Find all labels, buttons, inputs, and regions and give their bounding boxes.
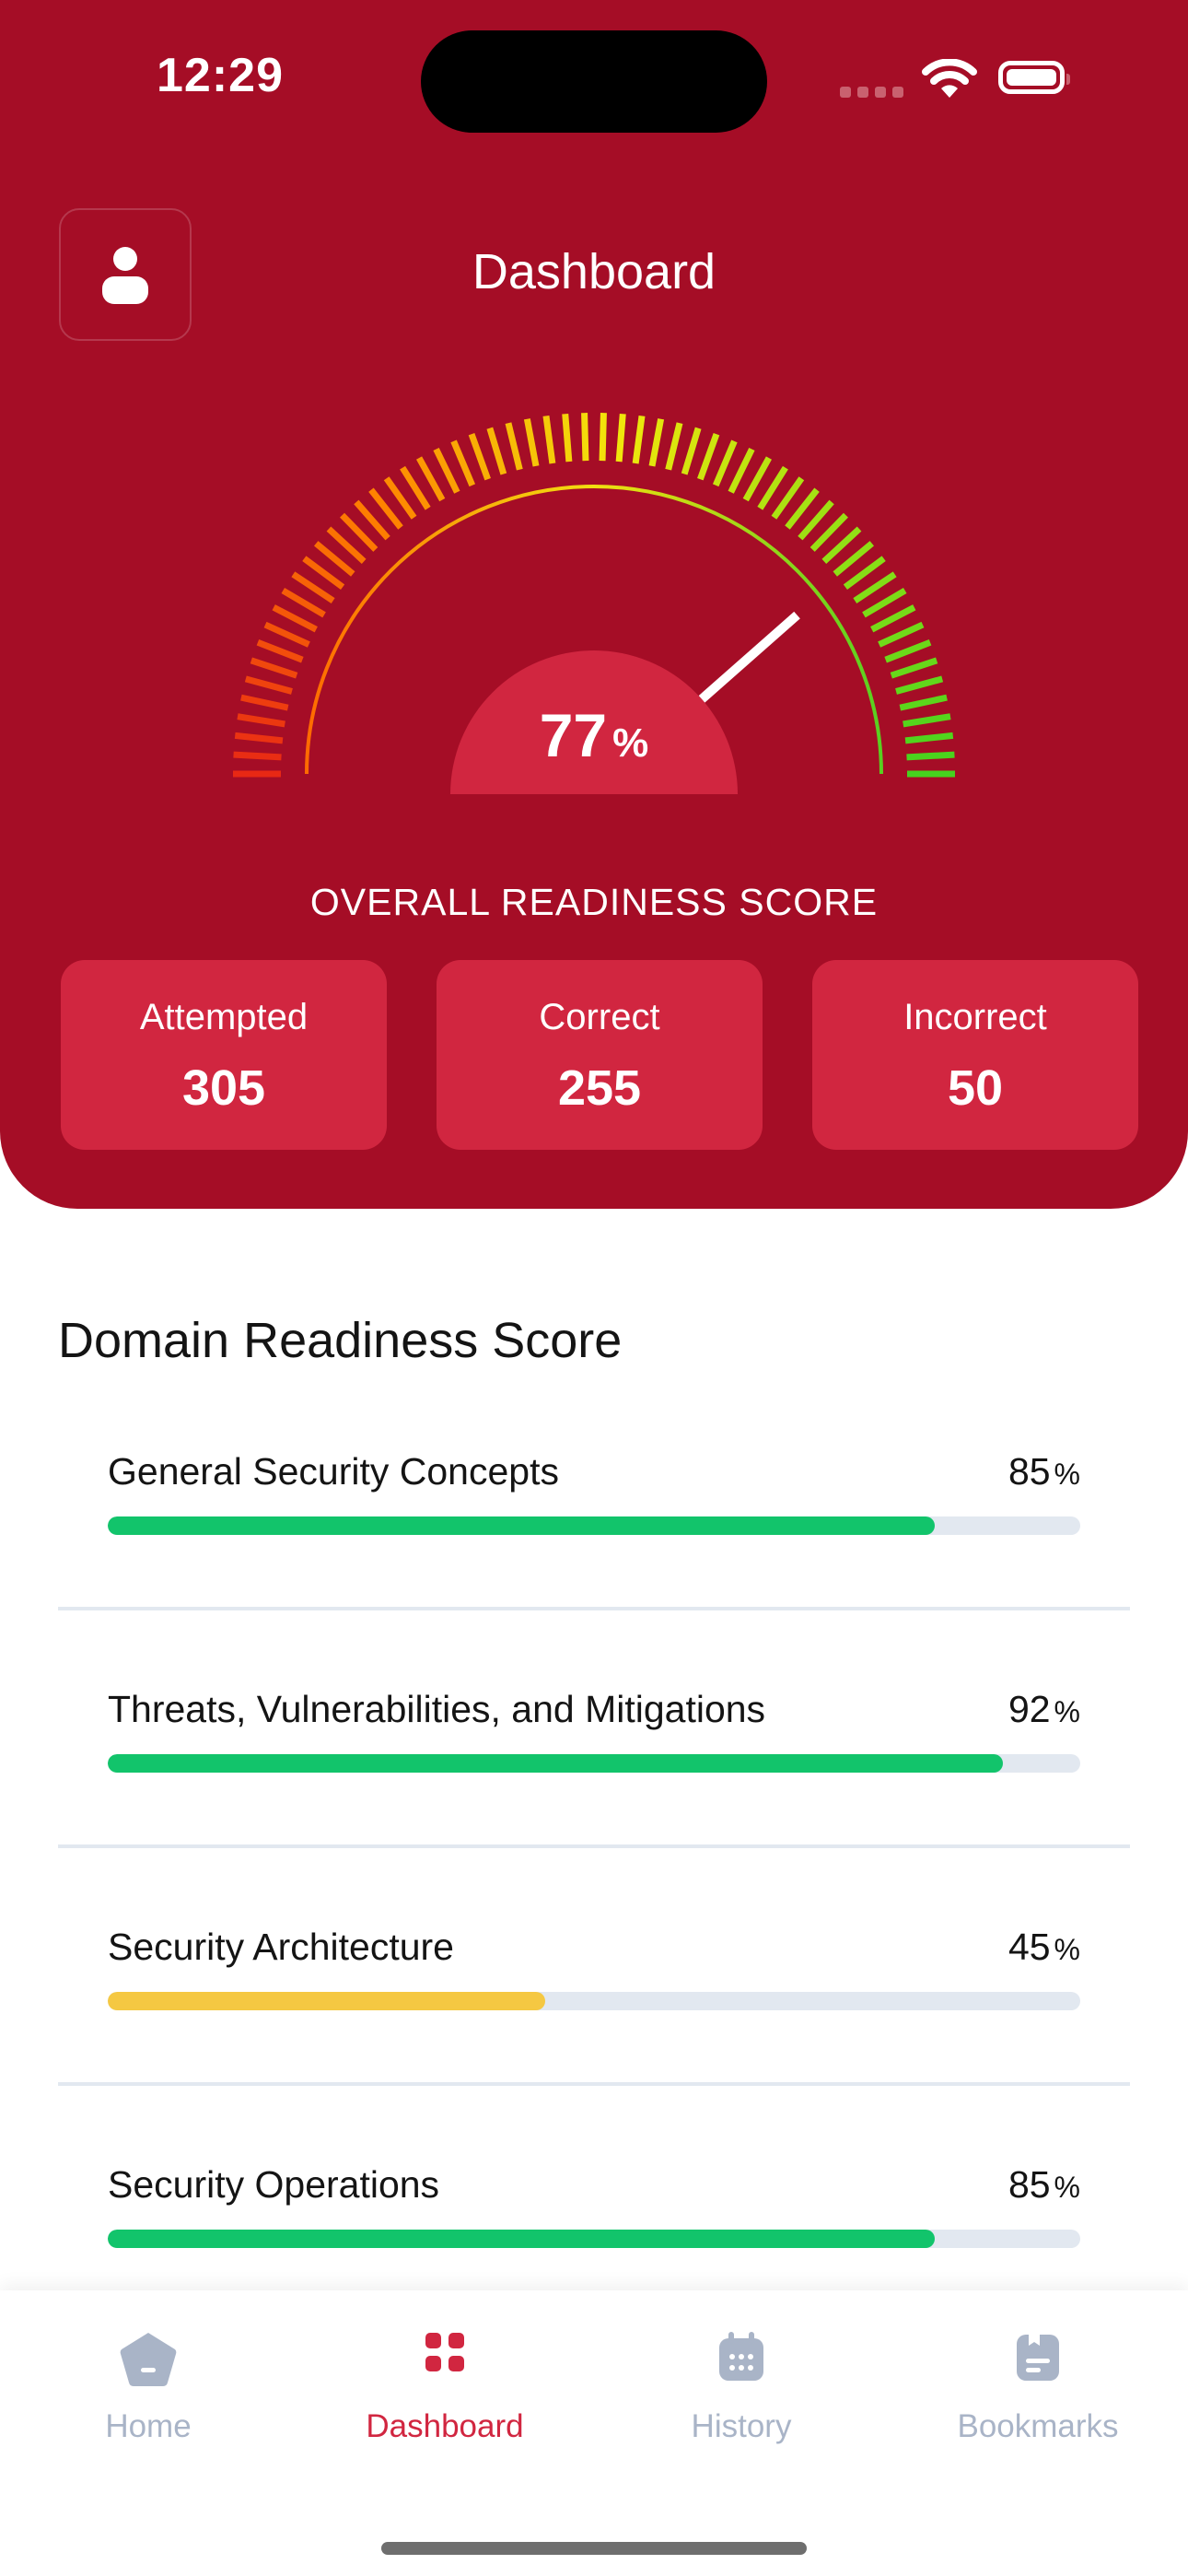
domain-name: Security Operations — [108, 2163, 440, 2206]
stat-value: 50 — [947, 1060, 1004, 1116]
divider — [58, 2082, 1130, 2086]
domain-progress-track — [108, 1516, 1080, 1535]
domain-progress-bar — [108, 1516, 935, 1535]
gauge-tick — [728, 447, 755, 494]
divider — [58, 1844, 1130, 1848]
domain-item[interactable]: Threats, Vulnerabilities, and Mitigation… — [58, 1688, 1130, 1926]
stat-label: Incorrect — [903, 997, 1047, 1037]
stat-label: Correct — [539, 997, 660, 1037]
gauge-tick — [665, 422, 683, 471]
tab-home[interactable]: Home — [0, 2290, 297, 2475]
tab-history[interactable]: History — [593, 2290, 890, 2475]
gauge-tick — [648, 418, 665, 467]
gauge-tick — [599, 413, 607, 462]
domain-progress-bar — [108, 1992, 546, 2010]
gauge-tick — [562, 413, 573, 463]
gauge-tick — [415, 456, 446, 502]
score-percent-sign: % — [612, 720, 649, 766]
gauge-tick — [681, 427, 702, 475]
score-number: 77 — [539, 701, 608, 769]
gauge-tick — [272, 604, 318, 633]
gauge-tick — [899, 694, 948, 711]
gauge-tick — [244, 675, 293, 695]
gauge-tick — [697, 433, 720, 481]
readiness-score-value: 77% — [451, 700, 737, 770]
gauge-tick — [468, 433, 491, 481]
dashboard-grid-icon — [425, 2333, 464, 2371]
stat-label: Attempted — [139, 997, 309, 1037]
gauge-tick — [903, 713, 951, 728]
gauge-tick — [263, 621, 310, 648]
home-icon — [120, 2333, 177, 2386]
gauge-tick — [234, 732, 284, 744]
gauge-tick — [233, 751, 282, 761]
domain-name: Security Architecture — [108, 1926, 454, 1968]
home-indicator[interactable] — [381, 2542, 807, 2555]
gauge-tick — [250, 657, 298, 679]
gauge-tick — [256, 638, 304, 663]
gauge-tick — [870, 604, 916, 633]
domain-percent: 45% — [1007, 1926, 1080, 1968]
gauge-tick — [878, 621, 925, 648]
domain-progress-bar — [108, 2230, 935, 2248]
gauge-tick — [237, 713, 285, 728]
gauge-tick — [632, 416, 646, 464]
tab-label: Dashboard — [366, 2408, 524, 2444]
tab-label: Bookmarks — [957, 2408, 1119, 2444]
domain-progress-track — [108, 2230, 1080, 2248]
gauge-tick — [890, 657, 938, 679]
stat-card-attempted: Attempted 305 — [61, 960, 387, 1150]
calendar-icon — [719, 2332, 763, 2381]
gauge-tick — [712, 439, 738, 487]
stat-card-incorrect: Incorrect 50 — [812, 960, 1138, 1150]
divider — [58, 1607, 1130, 1610]
tab-label: Home — [105, 2408, 192, 2444]
domain-progress-bar — [108, 1754, 1003, 1773]
gauge-tick — [615, 413, 626, 463]
tab-label: History — [691, 2408, 792, 2444]
domain-progress-track — [108, 1754, 1080, 1773]
domain-name: Threats, Vulnerabilities, and Mitigation… — [108, 1688, 766, 1730]
gauge-tick — [742, 456, 773, 502]
domain-name: General Security Concepts — [108, 1450, 559, 1493]
bookmark-clipboard-icon — [1017, 2333, 1059, 2381]
tab-bar: Home Dashboard History Bookmarks — [0, 2290, 1188, 2576]
domain-item[interactable]: General Security Concepts 85% — [58, 1450, 1130, 1688]
stat-card-correct: Correct 255 — [437, 960, 763, 1150]
gauge-tick — [433, 447, 460, 494]
domain-percent: 85% — [1007, 2163, 1080, 2206]
tab-dashboard[interactable]: Dashboard — [297, 2290, 593, 2475]
stat-value: 305 — [181, 1060, 266, 1116]
gauge-tick — [884, 638, 932, 663]
domain-progress-track — [108, 1992, 1080, 2010]
gauge-tick — [581, 413, 589, 462]
readiness-score-label: OVERALL READINESS SCORE — [309, 881, 879, 923]
gauge-tick — [486, 427, 507, 475]
tab-bookmarks[interactable]: Bookmarks — [890, 2290, 1186, 2475]
gauge-tick — [240, 694, 289, 711]
gauge-tick — [505, 422, 523, 471]
gauge-tick — [523, 418, 540, 467]
gauge-tick — [904, 732, 954, 744]
domain-percent: 85% — [1007, 1450, 1080, 1493]
domain-item[interactable]: Security Architecture 45% — [58, 1926, 1130, 2163]
gauge-needle — [698, 611, 800, 703]
gauge-tick — [895, 675, 944, 695]
domain-percent: 92% — [1007, 1688, 1080, 1730]
stat-value: 255 — [557, 1060, 642, 1116]
domain-section-title: Domain Readiness Score — [58, 1313, 623, 1368]
gauge-tick — [906, 751, 955, 761]
gauge-tick — [542, 416, 556, 464]
gauge-tick — [450, 439, 476, 487]
